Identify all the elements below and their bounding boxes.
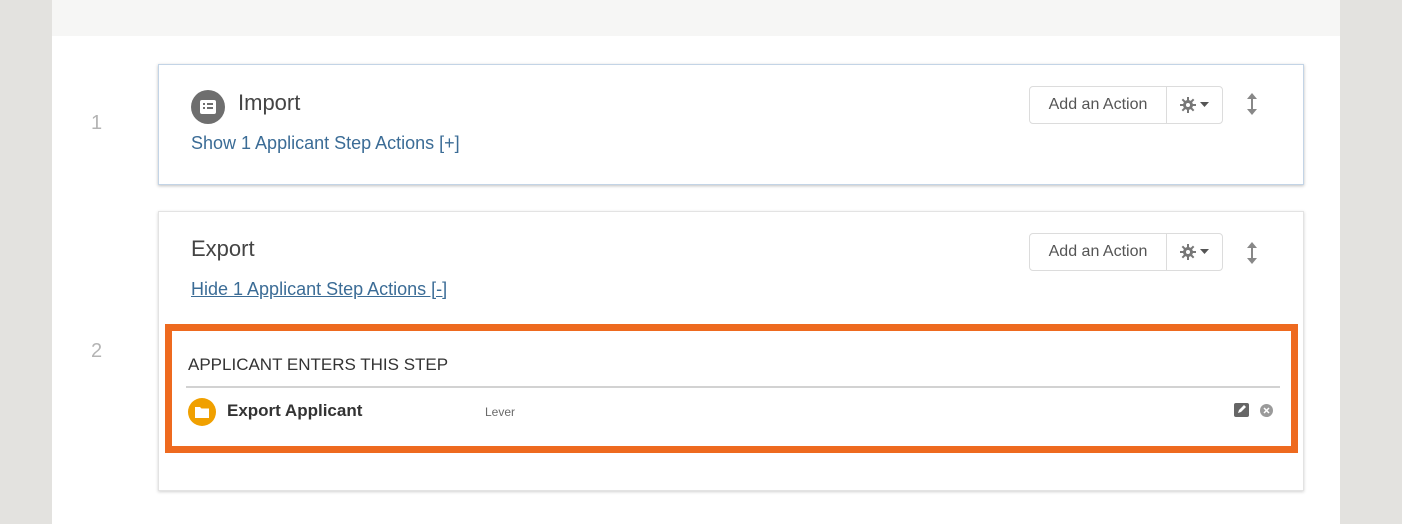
vertical-arrows-icon xyxy=(1247,242,1257,264)
divider xyxy=(186,386,1280,388)
add-action-button-group: Add an Action xyxy=(1029,233,1223,271)
step-number: 2 xyxy=(91,340,103,362)
caret-down-icon xyxy=(1200,249,1209,254)
remove-icon[interactable] xyxy=(1260,404,1273,417)
step-card-import: Import Show 1 Applicant Step Actions [+]… xyxy=(158,64,1304,185)
drag-handle[interactable] xyxy=(1245,93,1259,115)
add-action-button-group: Add an Action xyxy=(1029,86,1223,124)
step-title: Export xyxy=(191,236,255,261)
gear-icon xyxy=(1180,244,1196,260)
edit-icon[interactable] xyxy=(1234,403,1249,417)
section-header: APPLICANT ENTERS THIS STEP xyxy=(188,355,449,374)
step-title: Import xyxy=(238,90,301,115)
list-icon xyxy=(191,90,225,124)
caret-down-icon xyxy=(1200,102,1209,107)
add-action-button[interactable]: Add an Action xyxy=(1030,234,1167,270)
settings-dropdown-button[interactable] xyxy=(1167,87,1222,123)
vertical-arrows-icon xyxy=(1247,93,1257,115)
action-target: Lever xyxy=(485,405,516,419)
step-number: 1 xyxy=(91,112,103,134)
folder-icon xyxy=(188,398,216,426)
add-action-button[interactable]: Add an Action xyxy=(1030,87,1167,123)
gear-icon xyxy=(1180,97,1196,113)
settings-dropdown-button[interactable] xyxy=(1167,234,1222,270)
show-step-actions-link[interactable]: Show 1 Applicant Step Actions [+] xyxy=(191,133,460,154)
applicant-step-actions-section: APPLICANT ENTERS THIS STEP Export Applic… xyxy=(165,324,1298,453)
action-name: Export Applicant xyxy=(227,401,363,420)
hide-step-actions-link[interactable]: Hide 1 Applicant Step Actions [-] xyxy=(191,279,447,300)
drag-handle[interactable] xyxy=(1245,242,1259,264)
panel-header-strip xyxy=(52,0,1340,36)
